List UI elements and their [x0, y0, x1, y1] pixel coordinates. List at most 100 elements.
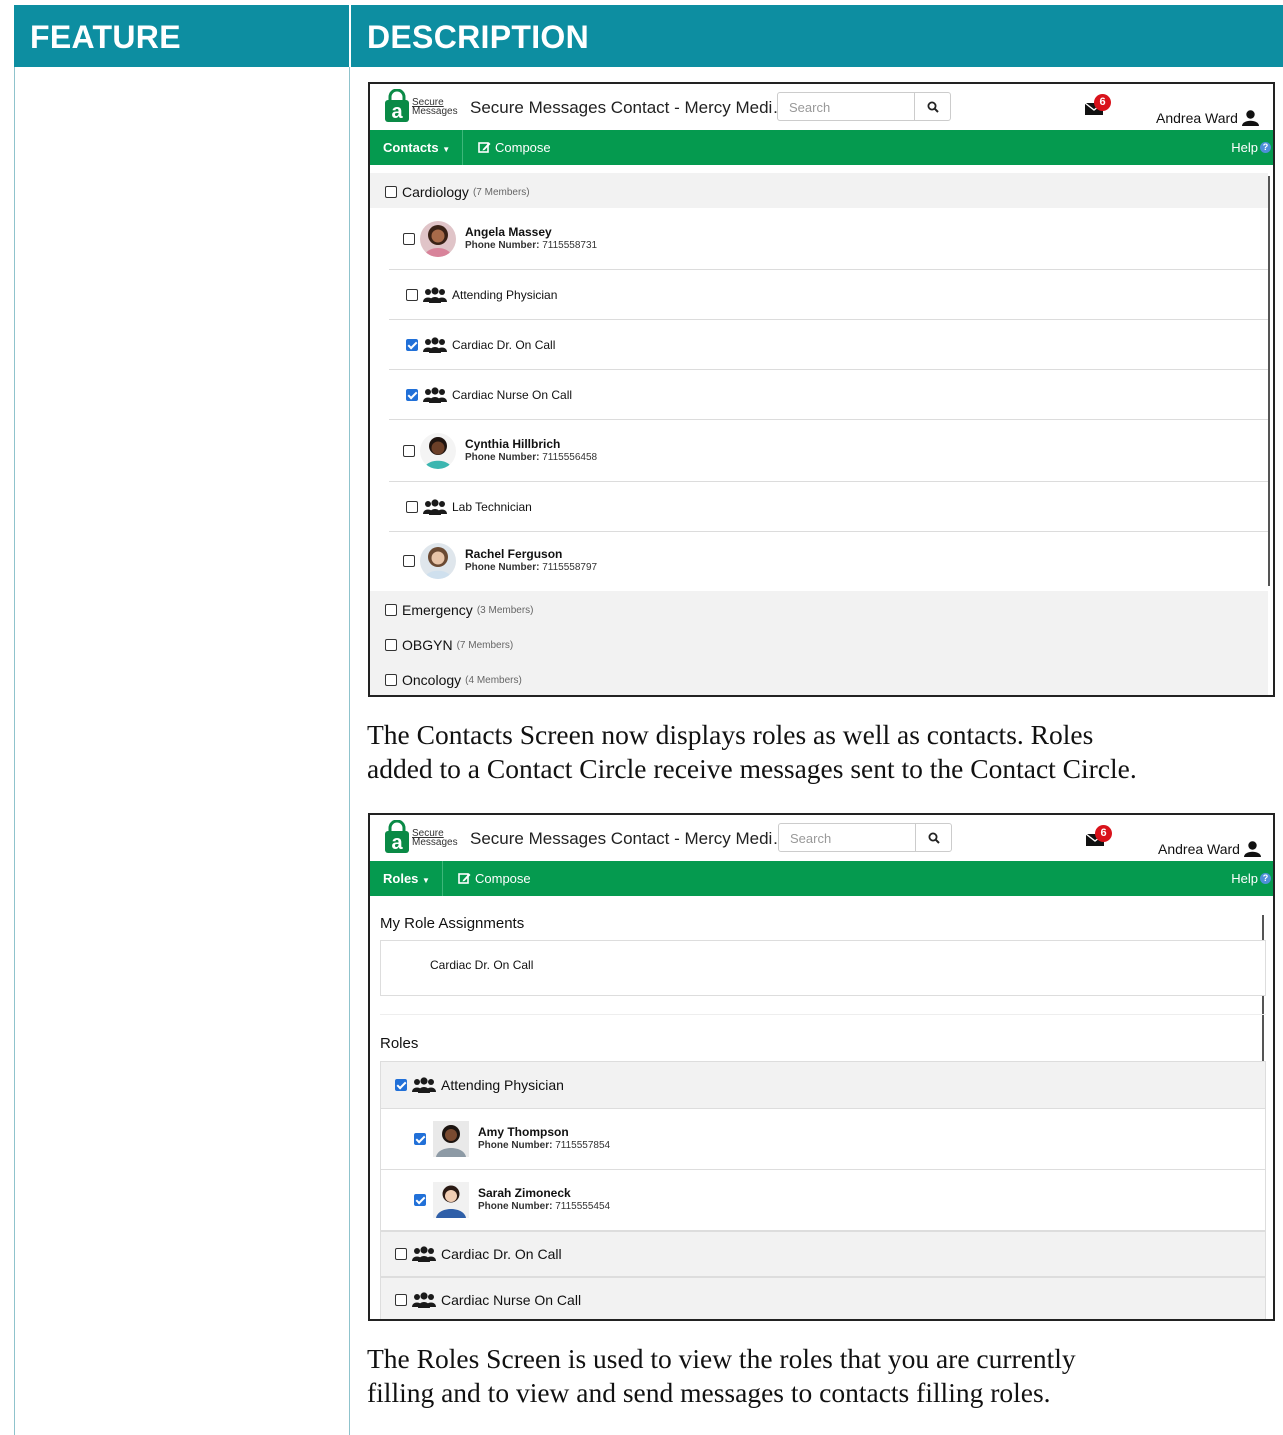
user-name: Andrea Ward	[1156, 110, 1238, 126]
group-icon	[423, 498, 447, 515]
role-member-row[interactable]: Amy Thompson Phone Number: 7115557854	[380, 1109, 1266, 1170]
help-link[interactable]: Help?	[1231, 130, 1271, 165]
checkbox-checked[interactable]	[414, 1133, 426, 1145]
logo-line2: Messages	[412, 106, 458, 117]
list-item-role[interactable]: Cardiac Dr. On Call	[389, 320, 1268, 370]
compose-icon	[458, 873, 471, 884]
app-title: Secure Messages Contact - Mercy Medi…	[470, 98, 790, 117]
role-row-cardiac-dr-on-call[interactable]: Cardiac Dr. On Call	[380, 1231, 1266, 1277]
messages-button[interactable]: 6	[1085, 825, 1112, 851]
group-icon	[412, 1246, 436, 1262]
group-icon	[412, 1292, 436, 1308]
table-header: FEATURE DESCRIPTION	[14, 5, 1283, 67]
role-row-attending-physician[interactable]: Attending Physician	[380, 1061, 1266, 1109]
group-name: Cardiology	[402, 184, 469, 200]
user-menu[interactable]: Andrea Ward	[1158, 841, 1261, 857]
checkbox[interactable]	[406, 288, 418, 301]
checkbox[interactable]	[395, 1248, 407, 1260]
checkbox[interactable]	[403, 444, 415, 457]
roles-dropdown[interactable]: Roles ▼	[370, 861, 430, 896]
list-item-contact[interactable]: Rachel Ferguson Phone Number: 7115558797	[389, 532, 1268, 589]
checkbox[interactable]	[395, 1294, 407, 1306]
search-button[interactable]	[914, 93, 950, 120]
search-input[interactable]	[779, 94, 929, 121]
nav-bar: Contacts ▼ Compose Help?	[370, 130, 1273, 165]
help-question-icon: ?	[1260, 873, 1271, 884]
contact-name: Amy Thompson	[478, 1125, 569, 1139]
contact-circle-cardiology[interactable]: Cardiology (7 Members)	[370, 173, 1268, 208]
compose-button[interactable]: Compose	[478, 130, 551, 165]
roles-caption: The Roles Screen is used to view the rol…	[367, 1342, 1076, 1410]
search-icon	[927, 101, 939, 113]
user-icon	[1241, 110, 1259, 126]
contact-name: Sarah Zimoneck	[478, 1186, 571, 1200]
my-role-assignments-heading: My Role Assignments	[380, 915, 525, 932]
contact-name: Rachel Ferguson	[465, 546, 563, 561]
user-menu[interactable]: Andrea Ward	[1156, 110, 1259, 126]
list-item-contact[interactable]: Angela Massey Phone Number: 7115558731	[389, 208, 1268, 270]
list-item-role[interactable]: Attending Physician	[389, 270, 1268, 320]
search-input[interactable]	[780, 825, 930, 852]
checkbox[interactable]	[385, 604, 397, 616]
user-icon	[1243, 841, 1261, 857]
contact-circle-emergency[interactable]: Emergency (3 Members)	[370, 591, 1268, 626]
checkbox[interactable]	[385, 674, 397, 686]
search-box	[777, 92, 951, 121]
checkbox[interactable]	[403, 554, 415, 567]
phone-label: Phone Number:	[465, 561, 540, 573]
contacts-screen-screenshot: a Secure Messages Secure Messages Contac…	[368, 82, 1275, 697]
roles-screen-screenshot: a Secure Messages Secure Messages Contac…	[368, 813, 1275, 1321]
checkbox-checked[interactable]	[414, 1194, 426, 1206]
checkbox[interactable]	[406, 500, 418, 513]
checkbox-checked[interactable]	[395, 1079, 407, 1091]
search-icon	[928, 832, 940, 844]
logo-text: Secure Messages	[412, 98, 458, 117]
contact-phone: Phone Number: 7115556458	[465, 451, 597, 465]
member-count: (7 Members)	[456, 640, 514, 651]
member-count: (3 Members)	[476, 605, 534, 616]
phone-value: 7115557854	[555, 1140, 611, 1151]
contact-circle-obgyn[interactable]: OBGYN (7 Members)	[370, 626, 1268, 661]
contacts-dropdown-label: Contacts	[383, 140, 439, 155]
role-name: Attending Physician	[441, 1077, 564, 1093]
checkbox[interactable]	[403, 232, 415, 245]
contact-phone: Phone Number: 7115557854	[478, 1139, 610, 1153]
checkbox-checked[interactable]	[406, 388, 418, 401]
role-name: Cardiac Dr. On Call	[441, 1246, 562, 1262]
role-member-row[interactable]: Sarah Zimoneck Phone Number: 7115555454	[380, 1170, 1266, 1231]
scrollbar[interactable]	[1268, 176, 1270, 586]
search-button[interactable]	[915, 824, 951, 851]
table-left-border	[14, 67, 15, 1435]
phone-label: Phone Number:	[478, 1201, 553, 1212]
svg-text:a: a	[391, 101, 403, 123]
checkbox[interactable]	[385, 639, 397, 651]
logo-line2: Messages	[412, 837, 458, 848]
list-item-contact[interactable]: Cynthia Hillbrich Phone Number: 71155564…	[389, 420, 1268, 482]
member-count: (7 Members)	[472, 187, 530, 198]
svg-text:a: a	[391, 832, 403, 854]
top-bar: a Secure Messages Secure Messages Contac…	[370, 815, 1273, 861]
group-icon	[423, 386, 447, 403]
checkbox[interactable]	[385, 186, 397, 198]
contacts-dropdown[interactable]: Contacts ▼	[370, 130, 450, 165]
contact-name: Angela Massey	[465, 224, 552, 239]
member-count: (4 Members)	[465, 675, 522, 686]
checkbox-checked[interactable]	[406, 338, 418, 351]
caption-line: The Roles Screen is used to view the rol…	[367, 1343, 1076, 1374]
secure-messages-logo-icon: a	[385, 89, 409, 123]
messages-button[interactable]: 6	[1084, 94, 1111, 120]
help-link[interactable]: Help?	[1231, 861, 1271, 896]
group-icon	[423, 336, 447, 353]
contact-phone: Phone Number: 7115558731	[465, 239, 597, 253]
list-item-role[interactable]: Cardiac Nurse On Call	[389, 370, 1268, 420]
role-name: Cardiac Nurse On Call	[441, 1292, 582, 1308]
list-item-role[interactable]: Lab Technician	[389, 482, 1268, 532]
header-divider	[349, 5, 351, 67]
group-name: Oncology	[402, 672, 462, 688]
compose-button[interactable]: Compose	[458, 861, 531, 896]
phone-label: Phone Number:	[478, 1140, 553, 1151]
help-label: Help	[1231, 140, 1258, 155]
contact-circle-oncology[interactable]: Oncology (4 Members)	[370, 661, 1268, 695]
section-divider	[380, 1014, 1266, 1015]
role-row-cardiac-nurse-on-call[interactable]: Cardiac Nurse On Call	[380, 1277, 1266, 1319]
